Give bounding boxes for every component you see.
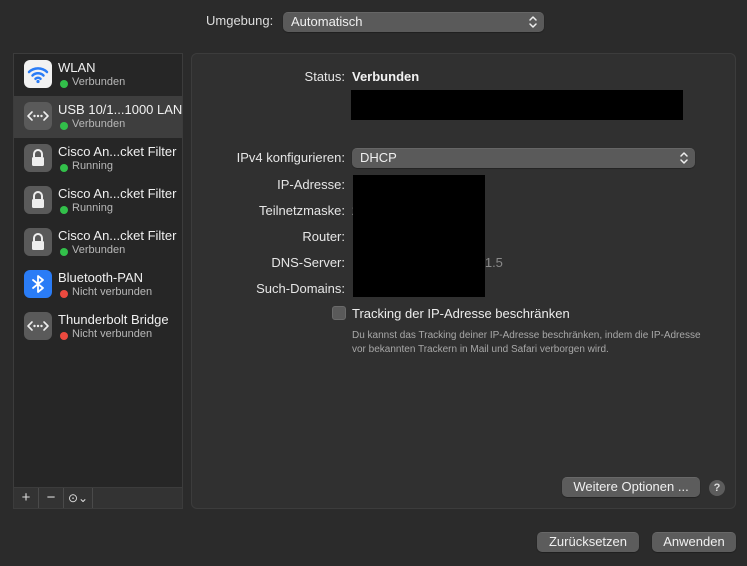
status-dot [60, 164, 68, 172]
bluetooth-icon [24, 270, 52, 298]
add-service-button[interactable]: + [14, 488, 39, 508]
service-action-menu-button[interactable]: ⊙⌄ [64, 488, 93, 508]
location-label: Umgebung: [206, 13, 274, 28]
service-item-thunderbolt-bridge[interactable]: Thunderbolt Bridge Nicht verbunden [14, 306, 182, 348]
lock-icon [24, 144, 52, 172]
status-value: Verbunden [352, 69, 420, 84]
service-name: Thunderbolt Bridge [58, 312, 169, 327]
limit-ip-tracking-checkbox[interactable] [332, 306, 346, 320]
ipv4-configure-select[interactable]: DHCP [352, 148, 695, 168]
service-item-cisco-2[interactable]: Cisco An...cket Filter Running [14, 180, 182, 222]
ip-address-label: IP-Adresse: [277, 177, 345, 192]
location-value: Automatisch [291, 14, 363, 29]
revert-button[interactable]: Zurücksetzen [537, 532, 639, 552]
remove-service-button[interactable]: − [39, 488, 64, 508]
service-name: Cisco An...cket Filter [58, 144, 177, 159]
help-button[interactable]: ? [709, 480, 725, 496]
service-item-cisco-3[interactable]: Cisco An...cket Filter Verbunden [14, 222, 182, 264]
wifi-icon [24, 60, 52, 88]
service-name: Cisco An...cket Filter [58, 228, 177, 243]
service-name: Bluetooth-PAN [58, 270, 144, 285]
service-item-usb-lan[interactable]: USB 10/1...1000 LAN Verbunden [14, 96, 182, 138]
chevron-updown-icon [680, 152, 688, 164]
limit-ip-tracking-label[interactable]: Tracking der IP-Adresse beschränken [352, 306, 570, 321]
location-select[interactable]: Automatisch [283, 12, 544, 32]
ethernet-icon [24, 102, 52, 130]
service-state: Verbunden [72, 118, 126, 130]
dns-server-label: DNS-Server: [271, 255, 345, 270]
service-name: USB 10/1...1000 LAN [58, 102, 183, 117]
router-label: Router: [302, 229, 345, 244]
chevron-updown-icon [529, 16, 537, 28]
status-dot [60, 80, 68, 88]
service-state: Nicht verbunden [72, 286, 153, 298]
advanced-options-button[interactable]: Weitere Optionen ... [562, 477, 700, 497]
redacted-network-values [353, 175, 485, 297]
service-item-cisco-1[interactable]: Cisco An...cket Filter Running [14, 138, 182, 180]
limit-ip-tracking-hint: Du kannst das Tracking deiner IP-Adresse… [352, 330, 701, 355]
status-dot [60, 290, 68, 298]
status-dot [60, 206, 68, 214]
service-item-wlan[interactable]: WLAN Verbunden [14, 54, 182, 96]
ethernet-icon [24, 312, 52, 340]
service-state: Verbunden [72, 76, 126, 88]
service-list[interactable]: WLAN Verbunden USB 10/1...1000 LAN Verbu… [13, 53, 183, 509]
service-state: Running [72, 160, 113, 172]
lock-icon [24, 186, 52, 214]
search-domains-label: Such-Domains: [256, 281, 345, 296]
status-dot [60, 332, 68, 340]
ipv4-value: DHCP [360, 150, 397, 165]
service-name: Cisco An...cket Filter [58, 186, 177, 201]
service-name: WLAN [58, 60, 96, 75]
service-state: Nicht verbunden [72, 328, 153, 340]
ipv4-label: IPv4 konfigurieren: [236, 150, 345, 165]
service-item-bluetooth-pan[interactable]: Bluetooth-PAN Nicht verbunden [14, 264, 182, 306]
status-dot [60, 248, 68, 256]
service-state: Running [72, 202, 113, 214]
redacted-status-detail [351, 90, 683, 120]
subnet-mask-label: Teilnetzmaske: [259, 203, 345, 218]
service-state: Verbunden [72, 244, 126, 256]
status-dot [60, 122, 68, 130]
status-label: Status: [304, 69, 345, 84]
lock-icon [24, 228, 52, 256]
apply-button[interactable]: Anwenden [652, 532, 736, 552]
service-list-toolbar: + − ⊙⌄ [13, 487, 183, 509]
